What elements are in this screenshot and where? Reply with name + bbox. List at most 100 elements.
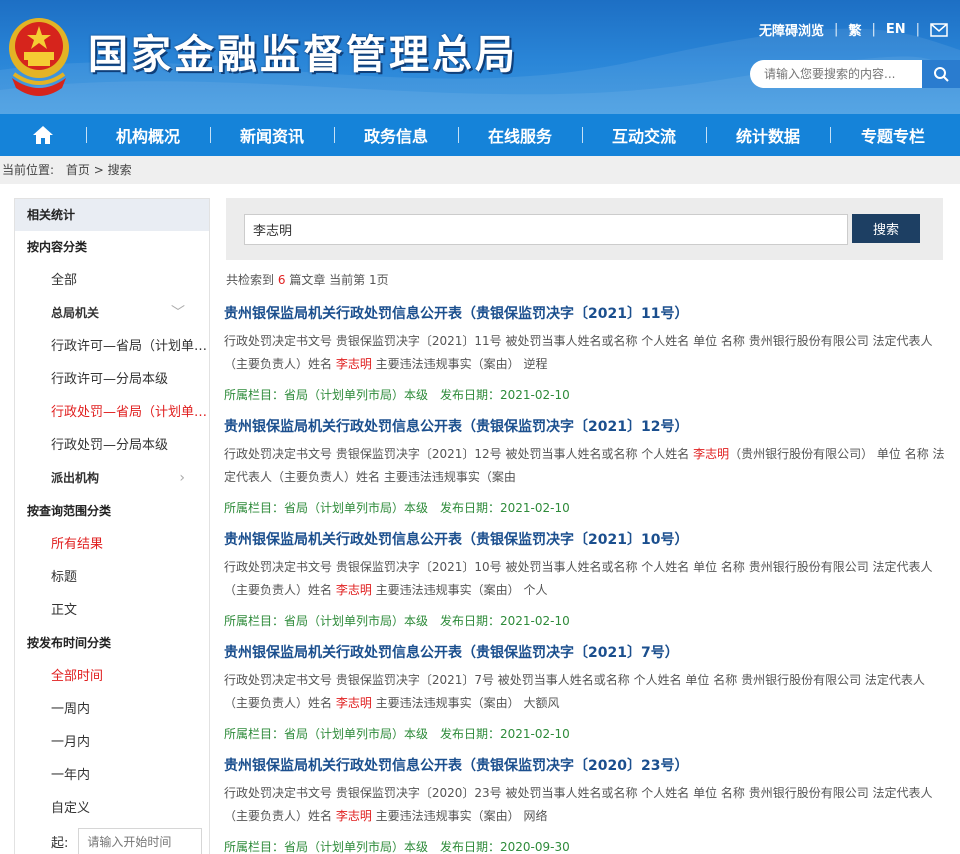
list-item: 贵州银保监局机关行政处罚信息公开表（贵银保监罚决字〔2021〕11号） 行政处罚… <box>224 302 948 415</box>
nav-item-government-info[interactable]: 政务信息 <box>334 114 458 156</box>
result-title-link[interactable]: 贵州银保监局机关行政处罚信息公开表（贵银保监罚决字〔2021〕7号） <box>224 641 948 665</box>
scope-all-results[interactable]: 所有结果 <box>15 528 209 561</box>
site-title[interactable]: 国家金融监督管理总局 <box>88 22 518 80</box>
snippet-highlight: 李志明 <box>335 696 372 710</box>
snippet-highlight: 李志明 <box>335 809 372 823</box>
snippet-text: 行政处罚决定书文号 贵银保监罚决字〔2021〕11号 被处罚当事人姓名或名称 个… <box>224 334 933 371</box>
result-column[interactable]: 所属栏目：省局（计划单列市局）本级 <box>224 388 428 402</box>
divider: | <box>834 22 839 37</box>
snippet-text: 行政处罚决定书文号 贵银保监罚决字〔2020〕23号 被处罚当事人姓名或名称 个… <box>224 786 933 823</box>
result-meta: 所属栏目：省局（计划单列市局）本级 发布日期：2020-09-30 <box>224 836 948 854</box>
search-button[interactable]: 搜索 <box>852 214 920 243</box>
result-snippet: 行政处罚决定书文号 贵银保监罚决字〔2021〕12号 被处罚当事人姓名或名称 个… <box>224 443 948 489</box>
start-date-input[interactable] <box>78 827 203 854</box>
nav-item-news[interactable]: 新闻资讯 <box>210 114 334 156</box>
time-year[interactable]: 一年内 <box>15 759 209 792</box>
time-all[interactable]: 全部时间 <box>15 660 209 693</box>
result-date: 发布日期：2021-02-10 <box>440 614 570 628</box>
national-emblem-logo[interactable] <box>4 8 74 100</box>
snippet-text: 主要违法违规事实（案由） 大额风 <box>371 696 560 710</box>
list-item: 贵州银保监局机关行政处罚信息公开表（贵银保监罚决字〔2021〕12号） 行政处罚… <box>224 415 948 528</box>
time-month[interactable]: 一月内 <box>15 726 209 759</box>
filter-penalty-branch[interactable]: 行政处罚—分局本级 <box>15 429 209 462</box>
result-column[interactable]: 所属栏目：省局（计划单列市局）本级 <box>224 840 428 854</box>
result-snippet: 行政处罚决定书文号 贵银保监罚决字〔2021〕10号 被处罚当事人姓名或名称 个… <box>224 556 948 602</box>
main-nav: 机构概况 新闻资讯 政务信息 在线服务 互动交流 统计数据 专题专栏 <box>0 114 960 156</box>
nav-item-interaction[interactable]: 互动交流 <box>582 114 706 156</box>
time-category-heading: 按发布时间分类 <box>27 636 112 650</box>
mail-icon[interactable] <box>930 22 948 37</box>
summary-middle: 篇文章 当前第 <box>289 273 366 287</box>
divider: | <box>871 22 876 37</box>
start-date-label: 起: <box>51 836 69 851</box>
result-date: 发布日期：2020-09-30 <box>440 840 570 854</box>
summary-prefix: 共检索到 <box>226 273 275 287</box>
filter-all[interactable]: 全部 <box>15 264 209 297</box>
filter-dispatched-agencies-label: 派出机构 <box>51 471 100 485</box>
scope-category-heading: 按查询范围分类 <box>27 504 112 518</box>
filter-dispatched-agencies[interactable]: 派出机构 › <box>15 462 209 495</box>
breadcrumb-home-link[interactable]: 首页 <box>66 163 90 177</box>
nav-item-online-service[interactable]: 在线服务 <box>458 114 582 156</box>
filter-headquarters[interactable]: 总局机关 ﹀ <box>15 297 209 330</box>
result-title-link[interactable]: 贵州银保监局机关行政处罚信息公开表（贵银保监罚决字〔2020〕23号） <box>224 754 948 778</box>
header-search-button[interactable] <box>922 60 960 88</box>
result-snippet: 行政处罚决定书文号 贵银保监罚决字〔2021〕7号 被处罚当事人姓名或名称 个人… <box>224 669 948 715</box>
filter-headquarters-label: 总局机关 <box>51 306 100 320</box>
result-meta: 所属栏目：省局（计划单列市局）本级 发布日期：2021-02-10 <box>224 497 948 519</box>
breadcrumb: 当前位置: 首页 > 搜索 <box>0 156 960 184</box>
filter-license-branch[interactable]: 行政许可—分局本级 <box>15 363 209 396</box>
result-title-link[interactable]: 贵州银保监局机关行政处罚信息公开表（贵银保监罚决字〔2021〕12号） <box>224 415 948 439</box>
top-links: 无障碍浏览 | 繁 | EN | <box>759 20 948 39</box>
breadcrumb-current: 搜索 <box>107 163 132 177</box>
nav-home[interactable] <box>0 114 86 156</box>
time-week[interactable]: 一周内 <box>15 693 209 726</box>
home-icon <box>33 126 53 144</box>
result-snippet: 行政处罚决定书文号 贵银保监罚决字〔2021〕11号 被处罚当事人姓名或名称 个… <box>224 330 948 376</box>
result-title-link[interactable]: 贵州银保监局机关行政处罚信息公开表（贵银保监罚决字〔2021〕10号） <box>224 528 948 552</box>
result-column[interactable]: 所属栏目：省局（计划单列市局）本级 <box>224 501 428 515</box>
list-item: 贵州银保监局机关行政处罚信息公开表（贵银保监罚决字〔2020〕23号） 行政处罚… <box>224 754 948 854</box>
result-title-link[interactable]: 贵州银保监局机关行政处罚信息公开表（贵银保监罚决字〔2021〕11号） <box>224 302 948 326</box>
scope-title[interactable]: 标题 <box>15 561 209 594</box>
result-column[interactable]: 所属栏目：省局（计划单列市局）本级 <box>224 727 428 741</box>
breadcrumb-separator: > <box>93 163 104 177</box>
nav-item-statistics[interactable]: 统计数据 <box>706 114 830 156</box>
result-date: 发布日期：2021-02-10 <box>440 501 570 515</box>
snippet-text: 行政处罚决定书文号 贵银保监罚决字〔2021〕7号 被处罚当事人姓名或名称 个人… <box>224 673 925 710</box>
search-panel: 搜索 <box>226 198 943 260</box>
accessible-browse-link[interactable]: 无障碍浏览 <box>759 20 824 39</box>
snippet-text: 行政处罚决定书文号 贵银保监罚决字〔2021〕10号 被处罚当事人姓名或名称 个… <box>224 560 933 597</box>
chevron-right-icon: › <box>179 470 185 486</box>
sidebar-heading: 相关统计 <box>15 199 209 231</box>
content-category-heading: 按内容分类 <box>27 240 88 254</box>
english-link[interactable]: EN <box>886 22 906 37</box>
filter-penalty-provincial[interactable]: 行政处罚—省局（计划单列市局） <box>15 396 209 429</box>
nav-item-about[interactable]: 机构概况 <box>86 114 210 156</box>
result-snippet: 行政处罚决定书文号 贵银保监罚决字〔2020〕23号 被处罚当事人姓名或名称 个… <box>224 782 948 828</box>
snippet-text: 主要违法违规事实（案由） 逆程 <box>371 357 548 371</box>
header-search <box>750 60 960 88</box>
current-page: 1 <box>368 273 377 287</box>
result-meta: 所属栏目：省局（计划单列市局）本级 发布日期：2021-02-10 <box>224 384 948 406</box>
search-input[interactable] <box>244 214 848 245</box>
header-search-input[interactable] <box>750 60 922 88</box>
traditional-chinese-link[interactable]: 繁 <box>848 20 861 39</box>
nav-item-special-topics[interactable]: 专题专栏 <box>830 114 956 156</box>
filter-sidebar: 相关统计 按内容分类 全部 总局机关 ﹀ 行政许可—省局（计划单列市局） 行政许… <box>14 198 210 854</box>
list-item: 贵州银保监局机关行政处罚信息公开表（贵银保监罚决字〔2021〕7号） 行政处罚决… <box>224 641 948 754</box>
breadcrumb-label: 当前位置: <box>2 163 55 177</box>
snippet-highlight: 李志明 <box>693 447 730 461</box>
result-column[interactable]: 所属栏目：省局（计划单列市局）本级 <box>224 614 428 628</box>
search-icon <box>934 67 949 82</box>
result-date: 发布日期：2021-02-10 <box>440 388 570 402</box>
result-count: 6 <box>277 273 286 287</box>
result-summary: 共检索到 6 篇文章 当前第 1页 <box>226 271 389 288</box>
divider: | <box>915 22 920 37</box>
filter-license-provincial[interactable]: 行政许可—省局（计划单列市局） <box>15 330 209 363</box>
result-list: 贵州银保监局机关行政处罚信息公开表（贵银保监罚决字〔2021〕11号） 行政处罚… <box>224 302 948 854</box>
snippet-highlight: 李志明 <box>335 357 372 371</box>
time-custom[interactable]: 自定义 <box>15 792 209 825</box>
snippet-text: 行政处罚决定书文号 贵银保监罚决字〔2021〕12号 被处罚当事人姓名或名称 个… <box>224 447 694 461</box>
scope-body[interactable]: 正文 <box>15 594 209 627</box>
